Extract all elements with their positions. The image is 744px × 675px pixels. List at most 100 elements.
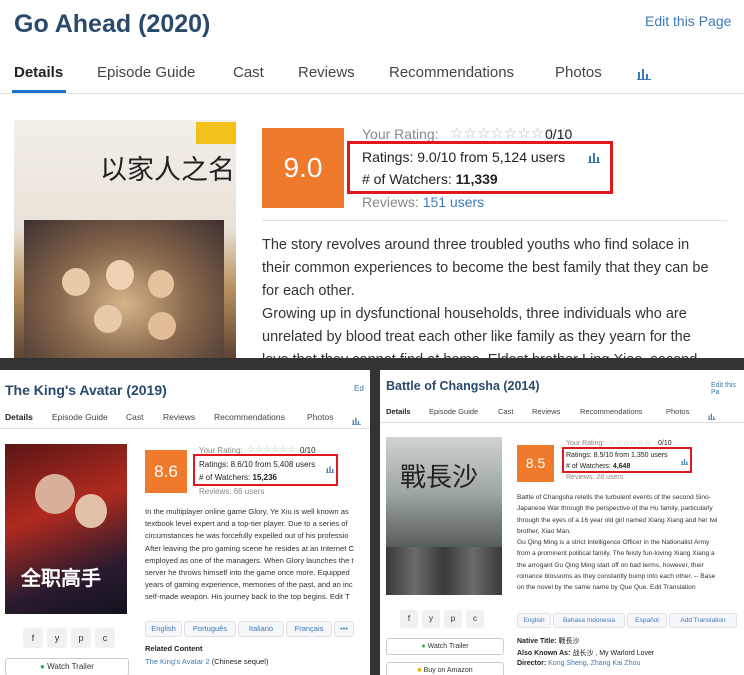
synopsis-line: through the eyes of a 16 year old girl n… <box>517 516 718 524</box>
buy-on-amazon-label: Buy on Amazon <box>423 667 473 674</box>
synopsis-line: unrelated by blood treat each other like… <box>262 329 691 345</box>
tab-recommendations[interactable]: Recommendations <box>389 64 514 81</box>
twitter-icon[interactable]: y <box>422 610 440 628</box>
edit-page-link[interactable]: Edit this Pa <box>711 382 744 396</box>
tab-episode-guide[interactable]: Episode Guide <box>97 64 195 81</box>
facebook-icon[interactable]: f <box>23 628 43 648</box>
facebook-icon[interactable]: f <box>400 610 418 628</box>
language-bahasa-indonesia[interactable]: Bahasa Indonesia <box>553 613 625 628</box>
watch-trailer-button[interactable]: ● Watch Trailer <box>5 658 129 675</box>
watch-trailer-button[interactable]: ● Watch Trailer <box>386 638 504 655</box>
tab-photos[interactable]: Photos <box>666 407 689 416</box>
watch-trailer-label: Watch Trailer <box>47 662 94 671</box>
amazon-icon: ■ <box>417 667 422 674</box>
edit-page-link[interactable]: Edit this Page <box>645 13 731 29</box>
tab-reviews[interactable]: Reviews <box>298 64 355 81</box>
poster-face <box>148 270 174 298</box>
more-languages-button[interactable]: ••• <box>334 621 354 637</box>
left-panel: The King's Avatar (2019) Ed Details Epis… <box>0 370 370 675</box>
play-icon: ● <box>40 662 45 671</box>
language-english[interactable]: English <box>517 613 551 628</box>
synopsis-line: textbook level expert and a top-tier pla… <box>145 519 348 529</box>
language-francais[interactable]: Français <box>286 621 332 637</box>
also-known-as-row: Also Known As: 战长沙 , My Warlord Lover <box>517 648 654 658</box>
ratings-text: Ratings: 8.6/10 from 5,408 users <box>199 460 316 469</box>
edit-page-link[interactable]: Ed <box>354 384 364 393</box>
your-rating-label: Your Rating: <box>362 126 439 142</box>
screenshot-divider <box>370 358 380 675</box>
tab-details[interactable]: Details <box>386 407 411 416</box>
twitter-icon[interactable]: y <box>47 628 67 648</box>
tab-episode-guide[interactable]: Episode Guide <box>429 407 478 416</box>
ratings-chart-icon[interactable] <box>588 150 600 168</box>
poster-title-text: 戰長沙 <box>400 463 479 493</box>
reviews-link[interactable]: 151 users <box>423 194 484 210</box>
tab-recommendations[interactable]: Recommendations <box>580 407 643 416</box>
synopsis: Battle of Changsha retells the turbulent… <box>517 492 743 594</box>
synopsis-line: In the multiplayer online game Glory, Ye… <box>145 507 349 516</box>
poster-go-ahead[interactable]: 以家人之名 <box>14 120 236 360</box>
related-content-link[interactable]: The King's Avatar 2 <box>145 657 210 666</box>
ratings-text: Ratings: 8.5/10 from 1,350 users <box>566 452 668 459</box>
language-espanol[interactable]: Español <box>627 613 667 628</box>
tab-cast[interactable]: Cast <box>233 64 264 81</box>
synopsis-line: Japanese War through the perspective of … <box>517 505 713 513</box>
page-title: Go Ahead (2020) <box>14 10 211 38</box>
language-italiano[interactable]: Italiano <box>238 621 284 637</box>
poster-cast-strip <box>386 547 502 595</box>
pinterest-icon[interactable]: p <box>444 610 462 628</box>
play-icon: ● <box>421 643 426 650</box>
poster-battle-of-changsha[interactable]: 戰長沙 <box>386 437 502 595</box>
tab-details[interactable]: Details <box>14 64 63 81</box>
synopsis-line: self-made weapon. His journey back to th… <box>145 592 350 602</box>
synopsis-line: years of gaming experience, memories of … <box>145 580 353 590</box>
director-value[interactable]: Kong Sheng, Zhang Kai Zhou <box>548 660 640 667</box>
buy-on-amazon-button[interactable]: ■ Buy on Amazon <box>386 662 504 675</box>
poster-cast-image <box>24 220 224 360</box>
tab-reviews[interactable]: Reviews <box>532 407 560 416</box>
ratings-chart-icon[interactable] <box>326 460 334 478</box>
tab-cast[interactable]: Cast <box>126 412 143 422</box>
watchers-row: # of Watchers: 15,236 <box>199 473 277 482</box>
ratings-text: Ratings: 9.0/10 from 5,124 users <box>362 149 566 165</box>
language-portugues[interactable]: Português <box>184 621 236 637</box>
watchers-row: # of Watchers: 4,648 <box>566 463 630 470</box>
tab-recommendations[interactable]: Recommendations <box>214 412 285 422</box>
tab-reviews[interactable]: Reviews <box>163 412 195 422</box>
reviews-label: Reviews: <box>566 474 595 481</box>
comment-icon[interactable]: c <box>95 628 115 648</box>
rating-stars[interactable]: ☆☆☆☆☆☆ <box>608 438 651 447</box>
poster-face <box>62 268 90 296</box>
watch-trailer-label: Watch Trailer <box>427 643 469 650</box>
poster-face <box>94 305 122 333</box>
native-title-value: 戰長沙 <box>558 638 580 645</box>
tab-details[interactable]: Details <box>5 412 33 422</box>
reviews-link[interactable]: 66 users <box>234 487 265 496</box>
native-title-row: Native Title: 戰長沙 <box>517 636 580 646</box>
watchers-label: # of Watchers: <box>362 171 452 187</box>
page-title: Battle of Changsha (2014) <box>386 379 540 393</box>
related-content-suffix: (Chinese sequel) <box>211 657 269 666</box>
poster-kings-avatar[interactable]: 全职高手 <box>5 444 127 614</box>
ratings-chart-icon[interactable] <box>681 452 688 470</box>
watchers-value: 4,648 <box>612 463 631 470</box>
watchers-row: # of Watchers: 11,339 <box>362 171 498 187</box>
related-content-label: Related Content <box>145 644 203 653</box>
poster-face <box>106 260 134 290</box>
tab-photos[interactable]: Photos <box>555 64 602 81</box>
native-title-label: Native Title: <box>517 638 557 645</box>
add-translation-button[interactable]: Add Translation <box>669 613 737 628</box>
comment-icon[interactable]: c <box>466 610 484 628</box>
pinterest-icon[interactable]: p <box>71 628 91 648</box>
related-content-row: The King's Avatar 2 (Chinese sequel) <box>145 657 268 666</box>
reviews-link[interactable]: 28 users <box>596 474 623 481</box>
language-english[interactable]: English <box>145 621 182 637</box>
tab-photos[interactable]: Photos <box>307 412 333 422</box>
tabs-divider <box>0 93 744 94</box>
tab-cast[interactable]: Cast <box>498 407 513 416</box>
stats-chart-icon[interactable] <box>637 66 651 85</box>
reviews-row: Reviews: 66 users <box>199 487 264 496</box>
tab-episode-guide[interactable]: Episode Guide <box>52 412 108 422</box>
watchers-value: 11,339 <box>455 171 498 187</box>
poster-face <box>148 312 176 340</box>
